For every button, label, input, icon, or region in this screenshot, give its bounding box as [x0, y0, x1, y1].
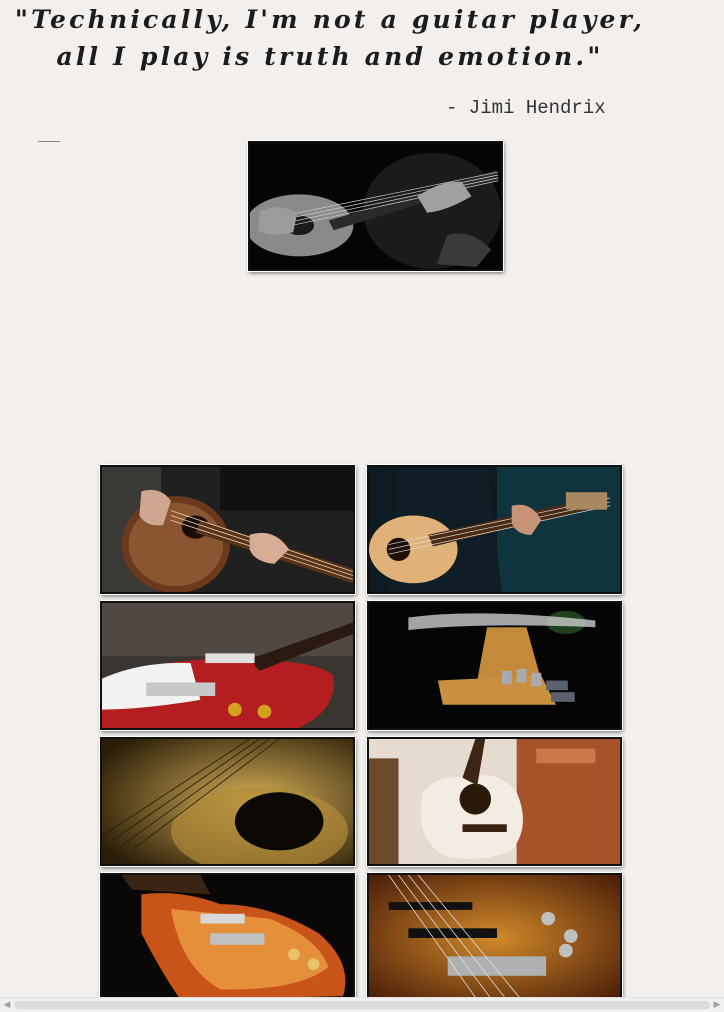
quote-line-1: "Technically, I'm not a guitar player, [14, 5, 646, 34]
gallery-image-red-electric [99, 600, 356, 731]
arrow-left-icon[interactable]: ◀ [0, 998, 14, 1012]
quote-line-2: all I play is truth and emotion." [56, 42, 604, 71]
gallery-image-headstock [366, 600, 623, 731]
arrow-right-icon[interactable]: ▶ [710, 998, 724, 1012]
quote-author: - Jimi Hendrix [446, 97, 606, 119]
divider [38, 141, 60, 142]
scrollbar-thumb[interactable] [14, 1001, 710, 1009]
gallery-image-acoustic-player [99, 464, 356, 595]
gallery-image-sunburst [99, 872, 356, 1003]
quote-text: "Technically, I'm not a guitar player, a… [0, 0, 660, 75]
gallery-image-blue-jacket [366, 464, 623, 595]
hero-image [247, 140, 504, 272]
gallery-image-acoustic-closeup [99, 736, 356, 867]
horizontal-scrollbar[interactable]: ◀ ▶ [0, 997, 724, 1012]
gallery-image-white-acoustic [366, 736, 623, 867]
gallery-image-bass [366, 872, 623, 1003]
